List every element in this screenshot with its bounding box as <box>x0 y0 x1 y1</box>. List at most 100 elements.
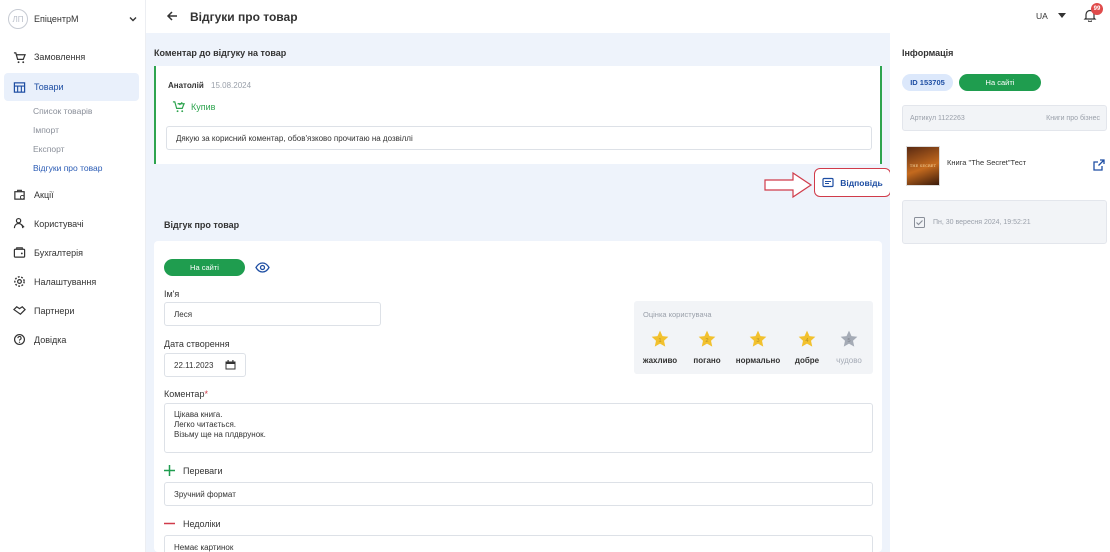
rating-label: погано <box>693 356 721 365</box>
bought-badge: Купив <box>172 100 215 113</box>
comment-line: Легко читається. <box>174 420 237 429</box>
eye-icon[interactable] <box>255 262 270 273</box>
review-section-title: Відгук про товар <box>164 220 240 230</box>
notification-badge: 99 <box>1091 3 1103 15</box>
cart-check-icon <box>172 101 185 113</box>
comment-author: Анатолій <box>168 81 204 90</box>
sidebar-item-promotions[interactable]: Акції <box>0 180 146 209</box>
pros-label: Переваги <box>183 465 223 476</box>
sidebar-item-label: Партнери <box>34 305 75 316</box>
comment-date: 15.08.2024 <box>211 81 252 90</box>
comment-line: Візьму ще на плдврунок. <box>174 430 266 439</box>
cons-field[interactable]: Немає картинок <box>164 535 873 552</box>
star-icon[interactable]: 1 <box>650 329 670 349</box>
product-name: Книга "The Secret"Тест <box>947 158 1027 167</box>
svg-text:5: 5 <box>847 338 850 344</box>
sidebar-item-help[interactable]: Довідка <box>0 325 146 354</box>
sidebar-item-label: Налаштування <box>34 276 97 287</box>
comment-section-title: Коментар до відгуку на товар <box>154 48 287 58</box>
date-label: Дата створення <box>164 339 230 349</box>
pros-field[interactable]: Зручний формат <box>164 482 873 506</box>
sidebar-item-settings[interactable]: Налаштування <box>0 267 146 296</box>
svg-text:1: 1 <box>658 338 661 344</box>
info-title: Інформація <box>902 48 954 58</box>
category-name: Книги про бізнес <box>1046 115 1100 122</box>
sidebar-item-label: Акції <box>34 189 54 200</box>
comment-label: Коментар* <box>164 389 208 399</box>
sidebar-item-accounting[interactable]: Бухгалтерія <box>0 238 146 267</box>
star-icon[interactable]: 5 <box>839 329 859 349</box>
rating-title: Оцінка користувача <box>643 310 712 319</box>
product-id-badge: ID 153705 <box>902 74 953 91</box>
comment-card: Анатолій 15.08.2024 Купив Дякую за корис… <box>154 66 882 164</box>
cart-icon <box>12 51 26 64</box>
sidebar-item-label: Замовлення <box>34 52 86 62</box>
sidebar-item-label: Товари <box>34 82 64 92</box>
pros-header: Переваги <box>164 465 222 476</box>
company-logo: ЛП <box>8 9 28 29</box>
name-field[interactable]: Леся <box>164 302 381 326</box>
date-field[interactable]: 22.11.2023 <box>164 353 246 377</box>
subnav-reviews[interactable]: Відгуки про товар <box>0 158 146 177</box>
comment-label-text: Коментар <box>164 389 205 399</box>
subnav-export[interactable]: Експорт <box>0 139 146 158</box>
rating-label: нормально <box>735 356 781 365</box>
date-value: 22.11.2023 <box>174 360 214 370</box>
sidebar-item-partners[interactable]: Партнери <box>0 296 146 325</box>
reply-label: Відповідь <box>840 177 883 188</box>
chat-icon <box>822 177 834 187</box>
comment-field[interactable]: Цікава книга. Легко читається. Візьму ще… <box>164 403 873 453</box>
rating-label: чудово <box>836 356 862 365</box>
subnav-product-list[interactable]: Список товарів <box>0 101 146 120</box>
bought-label: Купив <box>191 101 216 112</box>
handshake-icon <box>12 304 26 317</box>
status-toggle[interactable]: На сайті <box>164 259 245 276</box>
comment-line: Цікава книга. <box>174 410 223 419</box>
products-icon <box>12 81 26 94</box>
info-status-badge: На сайті <box>959 74 1041 91</box>
rating-label: жахливо <box>642 356 678 365</box>
company-selector[interactable]: ЛП ЕпіцентрМ <box>8 8 138 30</box>
cons-header: Недоліки <box>164 518 221 529</box>
star-icon[interactable]: 3 <box>748 329 768 349</box>
gear-icon <box>12 275 26 288</box>
date-row: Пн, 30 вересня 2024, 19:52:21 <box>902 200 1107 244</box>
cons-label: Недоліки <box>183 518 221 529</box>
subnav-import[interactable]: Імпорт <box>0 120 146 139</box>
product-thumbnail[interactable]: THE SECRET <box>906 146 940 186</box>
sidebar-item-label: Бухгалтерія <box>34 247 83 258</box>
users-icon <box>12 217 26 230</box>
top-bar: Відгуки про товар <box>146 0 1110 33</box>
plus-icon[interactable] <box>164 465 175 476</box>
external-link-icon[interactable] <box>1093 159 1105 171</box>
user-rating-panel: Оцінка користувача 1 жахливо 2 погано 3 норма… <box>634 301 873 374</box>
sidebar-item-label: Довідка <box>34 334 67 345</box>
star-icon[interactable]: 2 <box>697 329 717 349</box>
sidebar-item-orders[interactable]: Замовлення <box>0 44 146 70</box>
company-name: ЕпіцентрМ <box>34 14 79 24</box>
star-icon[interactable]: 4 <box>797 329 817 349</box>
name-label: Ім'я <box>164 289 180 299</box>
arrow-annotation-icon <box>764 171 813 199</box>
checkbox-icon <box>914 217 925 228</box>
datetime-text: Пн, 30 вересня 2024, 19:52:21 <box>933 219 1031 226</box>
language-selector[interactable]: UA <box>1036 11 1066 21</box>
minus-icon[interactable] <box>164 518 175 529</box>
sidebar-item-label: Користувачі <box>34 218 84 229</box>
language-label: UA <box>1036 11 1048 21</box>
help-icon <box>12 333 26 346</box>
sidebar-item-users[interactable]: Користувачі <box>0 209 146 238</box>
thumbnail-title: THE SECRET <box>909 164 937 168</box>
caret-down-icon <box>1057 13 1066 18</box>
sidebar-item-products[interactable]: Товари <box>4 73 139 101</box>
page-title: Відгуки про товар <box>190 9 298 24</box>
article-number: Артикул 1122263 <box>910 115 965 122</box>
back-arrow-icon[interactable] <box>166 9 178 25</box>
article-row: Артикул 1122263 Книги про бізнес <box>902 105 1107 131</box>
reply-button[interactable]: Відповідь <box>814 168 891 197</box>
svg-text:3: 3 <box>756 338 759 344</box>
wallet-icon <box>12 246 26 259</box>
comment-text: Дякую за корисний коментар, обов'язково … <box>166 126 872 150</box>
calendar-icon[interactable] <box>225 360 236 370</box>
chevron-down-icon <box>129 17 137 22</box>
